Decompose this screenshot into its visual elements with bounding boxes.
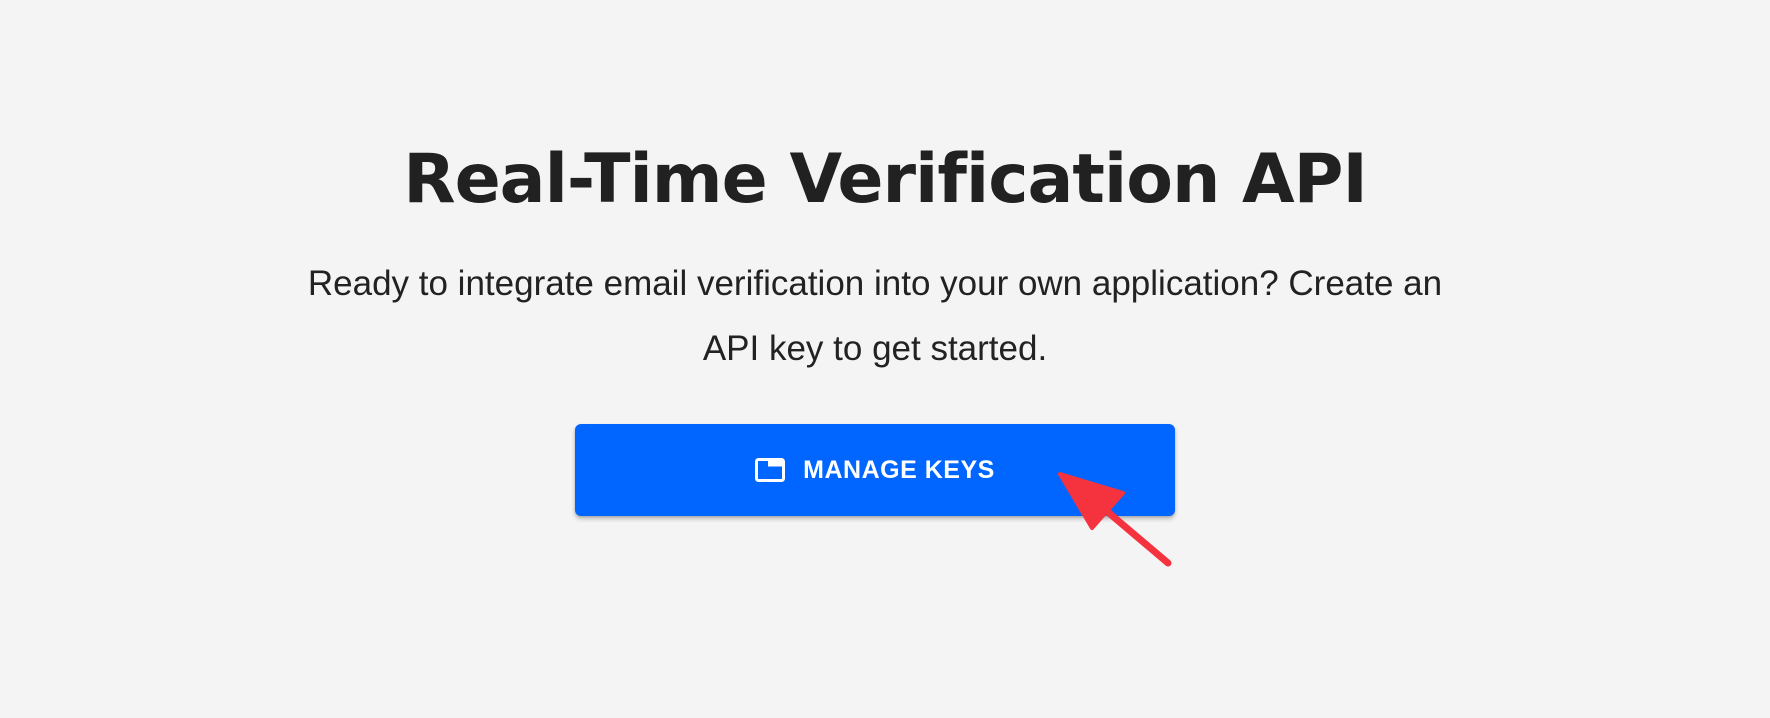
page-subtitle: Ready to integrate email verification in… [307,264,1443,368]
browser-window-icon [755,458,786,482]
page-title: Real-Time Verification API [403,140,1368,219]
api-hero-section: Real-Time Verification API Ready to inte… [0,0,1770,718]
annotation-arrow-icon [1058,472,1172,567]
manage-keys-label: MANAGE KEYS [803,455,995,484]
